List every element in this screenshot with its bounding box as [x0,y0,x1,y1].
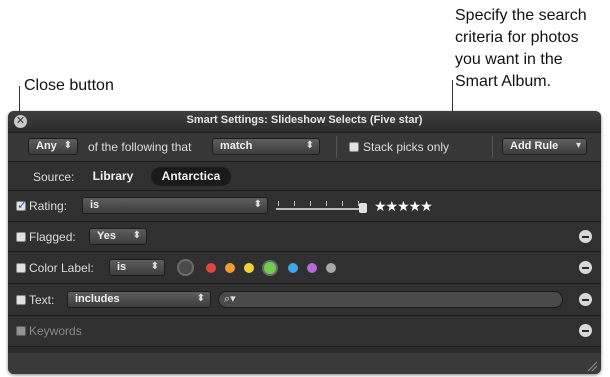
color-label-label: Color Label: [29,261,94,275]
text-checkbox[interactable] [16,295,26,305]
source-label: Source: [33,170,75,184]
popup-arrows-icon: ⬍ [253,199,262,210]
source-row: Source: Library Antarctica [8,162,601,191]
text-label: Text: [29,293,55,307]
match-mode-label: match [220,140,253,152]
match-any-popup[interactable]: Any ⬍ [28,138,78,155]
slider-tick [326,201,327,206]
flagged-label: Flagged: [29,230,76,244]
keywords-checkbox[interactable] [16,326,26,336]
text-operator-popup[interactable]: includes ⬍ [67,291,211,308]
remove-rule-keywords-button[interactable] [579,324,592,337]
source-option-antarctica[interactable]: Antarctica [151,167,231,186]
rating-operator-popup[interactable]: is ⬍ [82,197,268,214]
rule-row-keywords: Keywords [8,316,601,347]
remove-rule-text-button[interactable] [579,293,592,306]
rating-operator-label: is [90,199,100,211]
slider-tick [310,201,311,206]
add-rule-label: Add Rule [510,140,559,152]
color-label-operator-label: is [117,261,127,273]
chevron-down-icon: ▾ [575,140,581,151]
match-any-label: Any [36,140,57,152]
criteria-divider-2 [492,136,493,158]
window-footer [8,353,601,374]
search-criteria-callout-line4: Smart Album. [455,73,552,90]
color-label-checkbox[interactable] [16,263,26,273]
criteria-divider-1 [336,136,337,158]
rule-row-rating: Rating: is ⬍ ★★★★★ [8,191,601,222]
rule-row-text: Text: includes ⬍ ⌕▾ [8,284,601,316]
color-swatch-yellow[interactable] [244,263,254,273]
flagged-value-label: Yes [97,230,116,242]
criteria-bar: Any ⬍ of the following that match ⬍ Stac… [8,133,601,162]
flagged-checkbox[interactable] [16,232,26,242]
popup-arrows-icon: ⬍ [132,230,141,241]
match-mode-popup[interactable]: match ⬍ [212,138,320,155]
window-title: Smart Settings: Slideshow Selects (Five … [186,114,423,126]
slider-tick [294,201,295,206]
rule-row-color-label: Color Label: is ⬍ [8,252,601,284]
rating-slider-thumb[interactable] [359,203,367,213]
color-label-none-swatch[interactable] [177,259,194,276]
popup-arrows-icon: ⬍ [63,140,72,151]
search-criteria-callout: Specify the search criteria for photos y… [455,5,587,93]
rating-label: Rating: [29,199,68,213]
keywords-label: Keywords [29,324,82,338]
color-swatch-blue[interactable] [288,263,298,273]
remove-rule-color-label-button[interactable] [579,261,592,274]
search-criteria-callout-line2: criteria for photos [455,29,579,46]
color-swatch-orange[interactable] [225,263,235,273]
search-criteria-callout-line3: you want in the [455,51,563,68]
color-swatch-red[interactable] [206,263,216,273]
rating-checkbox[interactable] [16,198,27,212]
color-swatch-gray[interactable] [326,263,336,273]
rating-stars: ★★★★★ [374,198,433,214]
resize-grip-icon[interactable] [587,361,597,371]
stack-picks-checkbox[interactable] [349,142,359,152]
text-operator-label: includes [75,293,120,305]
remove-rule-flagged-button[interactable] [579,230,592,243]
slider-tick [278,201,279,206]
color-swatch-green[interactable] [264,262,276,274]
color-swatch-purple[interactable] [307,263,317,273]
of-following-text: of the following that [88,140,192,154]
source-option-library[interactable]: Library [85,167,141,186]
search-criteria-callout-line1: Specify the search [455,7,587,24]
color-label-operator-popup[interactable]: is ⬍ [109,259,165,276]
title-bar: ✕ Smart Settings: Slideshow Selects (Fiv… [8,111,601,133]
popup-arrows-icon: ⬍ [150,261,159,272]
rule-row-flagged: Flagged: Yes ⬍ [8,222,601,252]
stack-picks-label: Stack picks only [363,140,450,154]
flagged-value-popup[interactable]: Yes ⬍ [89,228,147,245]
popup-arrows-icon: ⬍ [305,140,314,151]
close-button-callout: Close button [24,77,114,94]
popup-arrows-icon: ⬍ [196,293,205,304]
text-search-input[interactable]: ⌕▾ [218,291,563,308]
slider-tick [342,201,343,206]
search-icon: ⌕▾ [224,293,236,305]
rating-slider-track[interactable] [276,208,364,210]
smart-settings-window: ✕ Smart Settings: Slideshow Selects (Fiv… [8,111,601,374]
add-rule-button[interactable]: Add Rule ▾ [502,138,587,155]
